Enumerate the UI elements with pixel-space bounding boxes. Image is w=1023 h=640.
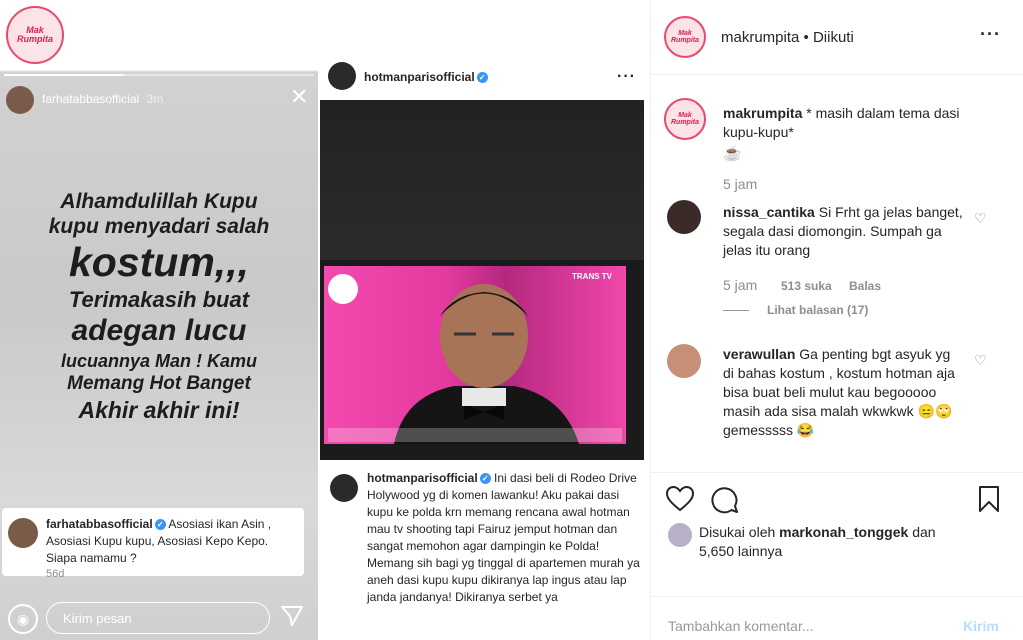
header-avatar[interactable]: Mak Rumpita <box>664 16 706 58</box>
story-line-7: Memang Hot Banget <box>67 373 251 394</box>
post-caption: hotmanparisofficial ✓ Ini dasi beli di Ro… <box>367 471 640 604</box>
reply-button[interactable]: Balas <box>849 279 881 293</box>
more-options-icon[interactable]: ··· <box>980 24 1001 45</box>
header-username[interactable]: makrumpita <box>721 29 799 46</box>
add-comment-input[interactable]: Tambahkan komentar... <box>668 618 814 634</box>
makrumpita-logo: Mak Rumpita <box>6 6 64 64</box>
more-options-icon[interactable]: ··· <box>617 68 636 86</box>
comment-username[interactable]: verawullan <box>723 346 795 362</box>
story-time: 3m <box>146 92 164 106</box>
tv-host-thumbnail <box>328 274 358 304</box>
story-panel: Mak Rumpita farhatabbasofficial 3m ✕ Alh… <box>0 0 318 640</box>
like-comment-icon[interactable]: ♡ <box>974 353 987 367</box>
story-avatar[interactable] <box>6 86 34 114</box>
view-replies-button[interactable]: Lihat balasan (17) <box>767 303 868 317</box>
verified-icon: ✓ <box>476 72 488 84</box>
story-progress-bar <box>4 74 314 76</box>
comment-avatar[interactable] <box>667 200 701 234</box>
story-username[interactable]: farhatabbasofficial 3m <box>42 92 163 106</box>
send-icon[interactable] <box>280 604 304 633</box>
comment-likes[interactable]: 513 suka <box>781 279 832 293</box>
divider <box>650 74 1023 75</box>
caption-avatar[interactable] <box>330 474 358 502</box>
follow-status[interactable]: • Diikuti <box>804 29 854 46</box>
liked-by-user[interactable]: markonah_tonggek <box>779 524 908 540</box>
post-avatar[interactable] <box>328 62 356 90</box>
story-comment-avatar <box>8 518 38 548</box>
comment-2: verawullan Ga penting bgt asyuk yg di ba… <box>723 345 963 440</box>
divider <box>650 472 1023 473</box>
story-line-5: adegan lucu <box>71 314 247 347</box>
story-line-4: Terimakasih buat <box>68 287 250 312</box>
header-account: makrumpita • Diikuti <box>721 29 854 46</box>
story-line-1: Alhamdulillah Kupu <box>60 190 258 213</box>
story-comment-card: farhatabbasofficial ✓ Asosiasi ikan Asin … <box>2 508 304 580</box>
caption: makrumpita * masih dalam tema dasi kupu-… <box>723 104 998 163</box>
comment-time: 5 jam <box>723 277 758 293</box>
story-line-6: lucuannya Man ! Kamu <box>60 351 258 371</box>
coffee-emoji-icon: ☕ <box>723 145 742 162</box>
comment-1: nissa_cantika Si Frht ga jelas banget, s… <box>723 203 963 260</box>
tv-person <box>384 276 584 444</box>
camera-icon[interactable]: ◉ <box>8 604 38 634</box>
verified-icon: ✓ <box>154 519 166 531</box>
post-comment-button[interactable]: Kirim <box>963 618 999 634</box>
bookmark-icon[interactable] <box>978 485 1000 518</box>
heart-icon[interactable] <box>665 485 695 517</box>
comment-icon[interactable] <box>711 486 739 519</box>
liker-avatar[interactable] <box>668 523 692 547</box>
story-line-2: kupu menyadari salah <box>48 215 270 238</box>
reply-placeholder: Kirim pesan <box>63 611 132 626</box>
tv-ticker <box>328 428 622 442</box>
story-line-8: Akhir akhir ini! <box>78 397 240 423</box>
likes-count[interactable]: 5,650 lainnya <box>699 542 999 561</box>
story-comment-time: 56d <box>46 568 65 580</box>
tv-screen: TRANS TV <box>324 266 626 444</box>
replies-line <box>723 310 749 311</box>
story-line-3: kostum,,, <box>69 239 249 285</box>
caption-time: 5 jam <box>723 176 758 192</box>
like-comment-icon[interactable]: ♡ <box>974 211 987 225</box>
comment-avatar[interactable] <box>667 344 701 378</box>
story-comment-text: farhatabbasofficial ✓ Asosiasi ikan Asin … <box>46 517 272 565</box>
caption-username[interactable]: makrumpita <box>723 105 802 121</box>
caption-author-avatar[interactable]: Mak Rumpita <box>664 98 706 140</box>
verified-icon: ✓ <box>479 473 491 485</box>
liked-by: Disukai oleh markonah_tonggek dan 5,650 … <box>699 523 999 561</box>
comment-username[interactable]: nissa_cantika <box>723 204 815 220</box>
divider <box>650 596 1023 597</box>
close-icon[interactable]: ✕ <box>290 86 308 108</box>
post-username[interactable]: hotmanparisofficial ✓ <box>364 70 488 84</box>
reply-input[interactable]: Kirim pesan <box>46 602 270 634</box>
